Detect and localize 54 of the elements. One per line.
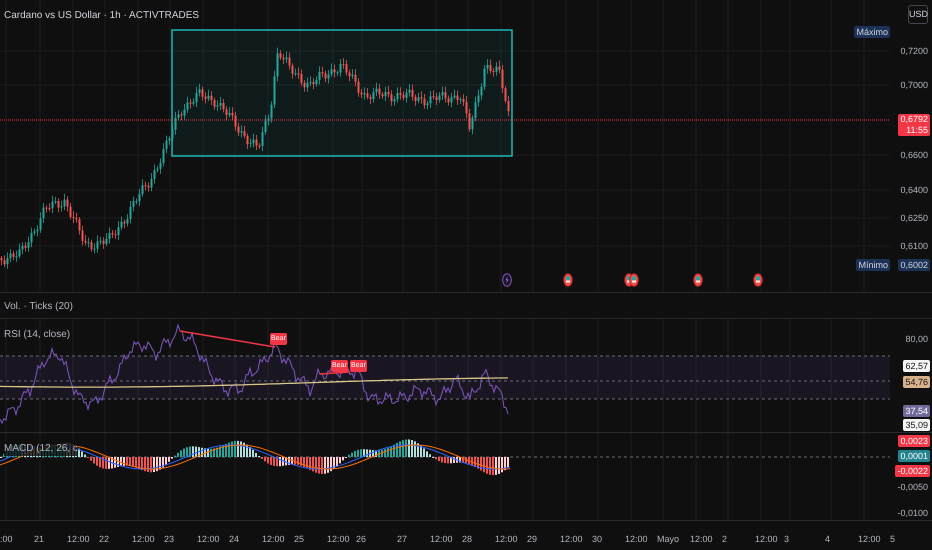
rsi-axis-label: 80,00 — [904, 333, 929, 345]
chart-title: Cardano vs US Dollar · 1h · ACTIVTRADES — [4, 9, 200, 23]
price-tick: 0,7000 — [899, 79, 929, 91]
time-label: 28 — [462, 533, 472, 546]
time-label: 2 — [722, 533, 728, 546]
time-label: 4 — [825, 533, 830, 546]
time-label: 12:00 — [560, 533, 583, 546]
minimum-badge: Mínimo — [856, 259, 890, 271]
rsi-value-label: 35,09 — [903, 419, 930, 431]
time-label: 25 — [294, 533, 304, 546]
macd-axis-label: -0,0100 — [896, 507, 929, 519]
macd-axis-label: -0,0050 — [896, 481, 929, 493]
time-label: 5 — [890, 533, 896, 546]
price-tick: 0,7200 — [899, 45, 929, 57]
macd-value-label: 0,0001 — [898, 450, 930, 462]
macd-title: MACD (12, 26, c — [4, 441, 78, 456]
volume-title: Vol. · Ticks (20) — [4, 300, 73, 314]
maximum-badge: Máximo — [854, 26, 890, 38]
time-label: 12:00 — [327, 533, 350, 546]
rsi-value-label: 62,57 — [903, 360, 930, 372]
time-label: :00 — [0, 533, 13, 546]
time-label: 12:00 — [755, 533, 778, 546]
last-price: 0,6792 — [900, 114, 928, 125]
time-label: 24 — [229, 533, 240, 546]
rsi-value-label: 37,54 — [903, 405, 930, 417]
minimum-value: 0,6002 — [898, 259, 930, 271]
bar-countdown: 11:55 — [906, 125, 928, 136]
time-label: 22 — [99, 533, 110, 546]
price-tick: 0,6250 — [899, 212, 929, 224]
time-label: 12:00 — [690, 533, 713, 546]
price-tick: 0,6100 — [899, 240, 929, 252]
time-label: 27 — [397, 533, 408, 546]
time-label: 26 — [356, 533, 366, 546]
time-label: Mayo — [657, 533, 680, 546]
time-label: 12:00 — [625, 533, 648, 546]
time-label: 21 — [34, 533, 44, 546]
macd-value-label: 0,0023 — [898, 435, 930, 447]
time-label: 12:00 — [67, 533, 90, 546]
time-label: 12:00 — [132, 533, 155, 546]
time-label: 23 — [164, 533, 174, 546]
price-tick: 0,6600 — [899, 149, 929, 161]
time-label: 12:00 — [495, 533, 518, 546]
currency-button[interactable]: USD — [908, 5, 928, 24]
time-label: 29 — [527, 533, 538, 546]
time-label: 12:00 — [858, 533, 881, 546]
time-label: 12:00 — [197, 533, 220, 546]
time-label: 12:00 — [430, 533, 453, 546]
time-label: 3 — [784, 533, 790, 546]
rsi-value-label: 54,76 — [903, 376, 930, 388]
time-label: 30 — [592, 533, 602, 546]
rsi-title: RSI (14, close) — [4, 328, 70, 342]
price-tick: 0,6400 — [899, 184, 929, 196]
time-label: 12:00 — [262, 533, 285, 546]
macd-value-label: -0,0022 — [895, 465, 930, 477]
